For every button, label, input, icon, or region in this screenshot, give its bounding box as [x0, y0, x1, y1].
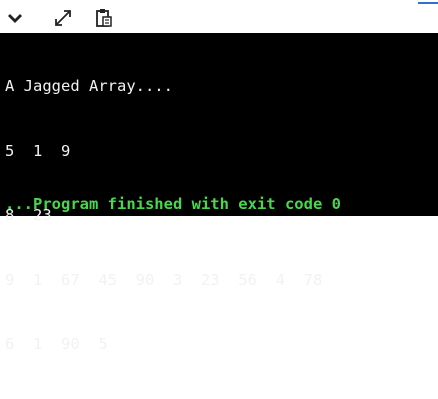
output-line: 9 1 67 45 90 3 23 56 4 78: [5, 270, 323, 289]
collapse-button[interactable]: [4, 7, 26, 29]
expand-icon: [55, 10, 71, 26]
output-line: 5 1 9: [5, 141, 71, 160]
accent-bar: [418, 2, 438, 4]
output-line: 6 1 90 5: [5, 335, 108, 353]
output-line: A Jagged Array....: [5, 77, 173, 95]
chevron-down-icon: [8, 14, 22, 23]
terminal-output: A Jagged Array.... 5 1 9 8 23 9 1 67 45 …: [0, 33, 438, 353]
clipboard-icon: [96, 9, 112, 27]
expand-button[interactable]: [52, 7, 74, 29]
copy-button[interactable]: [92, 7, 114, 29]
exit-status: ...Program finished with exit code 0: [5, 195, 341, 213]
toolbar: [0, 0, 438, 33]
